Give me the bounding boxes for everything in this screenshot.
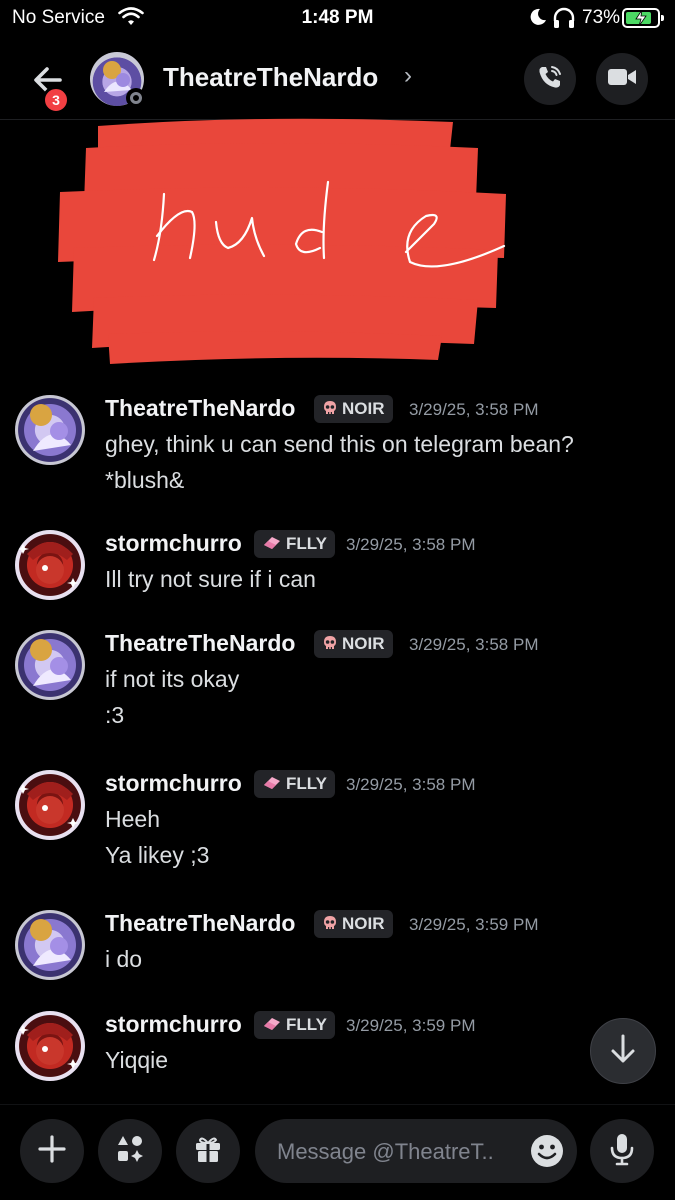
message-text: ghey, think u can send this on telegram …: [105, 431, 574, 457]
voice-message-button[interactable]: [590, 1119, 654, 1183]
redacted-image-attachment[interactable]: [58, 108, 508, 370]
page-title[interactable]: TheatreTheNardo: [163, 62, 378, 93]
apps-icon: [114, 1133, 146, 1170]
message-author[interactable]: stormchurro: [105, 1011, 242, 1038]
battery-charging-icon: [622, 8, 664, 28]
phone-call-icon: [536, 63, 564, 96]
message-author[interactable]: stormchurro: [105, 770, 242, 797]
guild-tag-label: FLLY: [286, 774, 327, 793]
guild-tag-badge[interactable]: NOIR: [314, 395, 393, 423]
eraser-icon: [262, 772, 282, 800]
guild-tag-label: NOIR: [342, 914, 385, 933]
message-text: :3: [105, 702, 125, 728]
chevron-right-icon[interactable]: ›: [404, 62, 412, 90]
skull-icon: [322, 912, 338, 940]
battery-percent: 73%: [582, 7, 621, 28]
skull-icon: [322, 397, 338, 425]
message-text: Ill try not sure if i can: [105, 566, 316, 592]
message-timestamp: 3/29/25, 3:58 PM: [409, 635, 539, 654]
guild-tag-badge[interactable]: NOIR: [314, 630, 393, 658]
avatar[interactable]: [15, 630, 85, 700]
message-author[interactable]: TheatreTheNardo: [105, 395, 295, 422]
eraser-icon: [262, 532, 282, 560]
message-input[interactable]: Message @TheatreT..: [255, 1119, 577, 1183]
message-text: Yiqqie: [105, 1047, 169, 1073]
message-text: *blush&: [105, 467, 185, 493]
status-bar: No Service 1:48 PM 73%: [0, 0, 675, 36]
voice-call-button[interactable]: [524, 53, 576, 105]
message-timestamp: 3/29/25, 3:58 PM: [346, 535, 476, 554]
message-input-placeholder: Message @TheatreT..: [277, 1139, 494, 1164]
gift-icon: [192, 1133, 224, 1170]
apps-button[interactable]: [98, 1119, 162, 1183]
offline-status-icon: [126, 88, 146, 108]
message-author[interactable]: TheatreTheNardo: [105, 910, 295, 937]
avatar[interactable]: [15, 910, 85, 980]
microphone-icon: [608, 1132, 636, 1171]
avatar[interactable]: [15, 530, 85, 600]
guild-tag-badge[interactable]: FLLY: [254, 770, 335, 798]
emoji-icon[interactable]: [529, 1133, 565, 1169]
gift-button[interactable]: [176, 1119, 240, 1183]
guild-tag-label: FLLY: [286, 534, 327, 553]
avatar[interactable]: [15, 395, 85, 465]
guild-tag-label: FLLY: [286, 1015, 327, 1034]
video-call-button[interactable]: [596, 53, 648, 105]
scroll-to-bottom-button[interactable]: [590, 1018, 656, 1084]
message-timestamp: 3/29/25, 3:59 PM: [409, 915, 539, 934]
skull-icon: [322, 632, 338, 660]
guild-tag-badge[interactable]: FLLY: [254, 530, 335, 558]
avatar[interactable]: [15, 770, 85, 840]
moon-icon: [528, 7, 548, 32]
guild-tag-badge[interactable]: NOIR: [314, 910, 393, 938]
message-author[interactable]: TheatreTheNardo: [105, 630, 295, 657]
avatar[interactable]: [15, 1011, 85, 1081]
message-text: Ya likey ;3: [105, 842, 210, 868]
headphones-icon: [552, 7, 576, 34]
message-composer: Message @TheatreT..: [0, 1104, 675, 1200]
guild-tag-label: NOIR: [342, 399, 385, 418]
message-text: Heeh: [105, 806, 160, 832]
eraser-icon: [262, 1013, 282, 1041]
message-author[interactable]: stormchurro: [105, 530, 242, 557]
add-attachment-button[interactable]: [20, 1119, 84, 1183]
guild-tag-badge[interactable]: FLLY: [254, 1011, 335, 1039]
video-camera-icon: [607, 66, 637, 93]
plus-icon: [37, 1134, 67, 1169]
arrow-down-icon: [609, 1033, 637, 1070]
guild-tag-label: NOIR: [342, 634, 385, 653]
message-timestamp: 3/29/25, 3:59 PM: [346, 1016, 476, 1035]
message-text: i do: [105, 946, 143, 972]
message-text: if not its okay: [105, 666, 240, 692]
message-timestamp: 3/29/25, 3:58 PM: [409, 400, 539, 419]
message-timestamp: 3/29/25, 3:58 PM: [346, 775, 476, 794]
